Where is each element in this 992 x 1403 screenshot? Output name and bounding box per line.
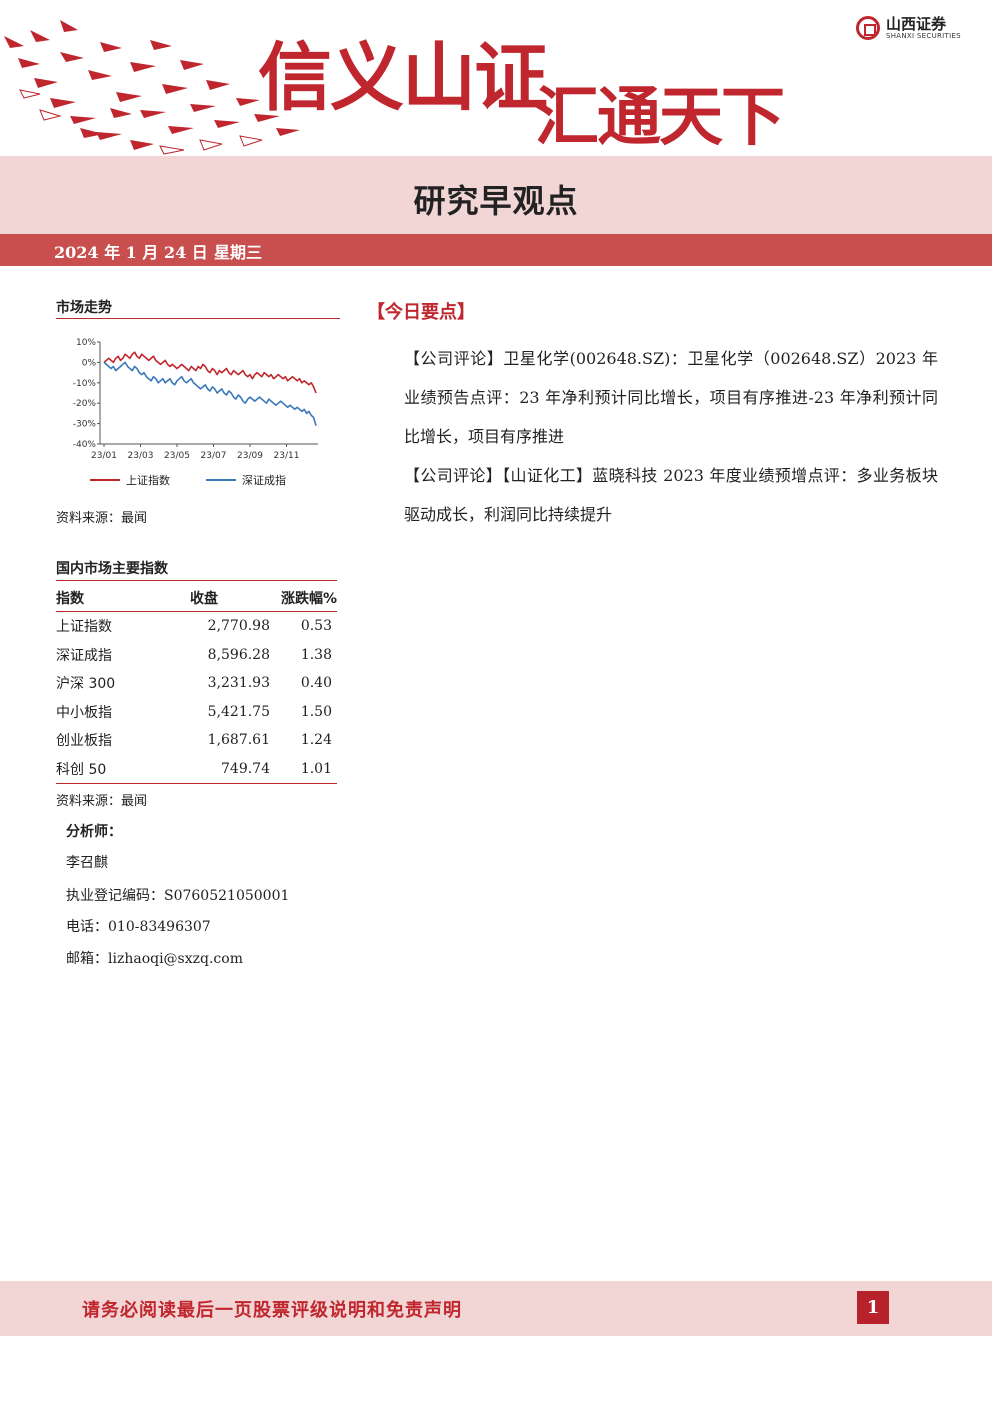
footer-disclaimer: 请务必阅读最后一页股票评级说明和免责声明 bbox=[82, 1300, 462, 1321]
y-tick-label: -40% bbox=[73, 440, 97, 450]
analyst-label: 分析师： bbox=[66, 824, 122, 840]
x-tick-label: 23/09 bbox=[237, 451, 263, 461]
col-close: 收盘 bbox=[176, 584, 270, 612]
index-change: 1.24 bbox=[300, 732, 332, 749]
slogan-right: 汇通天下 bbox=[535, 80, 785, 155]
index-close: 2,770.98 bbox=[207, 618, 270, 635]
index-close: 5,421.75 bbox=[207, 703, 270, 720]
index-name: 上证指数 bbox=[56, 619, 112, 636]
index-close: 8,596.28 bbox=[207, 646, 270, 663]
company-logo: 山西证券 SHANXI SECURITIES bbox=[856, 16, 961, 40]
indices-table: 指数 收盘 涨跌幅% 上证指数 2,770.98 0.53 深证成指 8,596… bbox=[56, 584, 337, 784]
header-banner: 信义山证 汇通天下 山西证券 SHANXI SECURITIES bbox=[0, 0, 992, 156]
key-point-item: 【公司评论】卫星化学(002648.SZ)：卫星化学（002648.SZ）202… bbox=[404, 349, 938, 446]
legend-label: 深证成指 bbox=[242, 473, 286, 487]
index-name: 中小板指 bbox=[56, 704, 112, 721]
index-change: 1.01 bbox=[270, 754, 337, 784]
footer-band: 请务必阅读最后一页股票评级说明和免责声明 bbox=[0, 1281, 992, 1336]
index-name: 沪深 300 bbox=[56, 676, 116, 693]
y-axis: 10% 0% -10% -20% -30% -40% bbox=[73, 338, 101, 450]
logo-name-en: SHANXI SECURITIES bbox=[886, 32, 961, 40]
slogan-left: 信义山证 bbox=[258, 35, 548, 121]
index-name: 深证成指 bbox=[56, 647, 112, 664]
logo-emblem-icon bbox=[856, 16, 880, 40]
page-number: 1 bbox=[857, 1291, 889, 1324]
x-tick-label: 23/03 bbox=[128, 451, 154, 461]
y-tick-label: 0% bbox=[82, 358, 97, 368]
index-change: 0.53 bbox=[300, 618, 332, 635]
col-index-name: 指数 bbox=[56, 584, 176, 612]
index-close: 749.74 bbox=[176, 754, 270, 784]
index-change: 1.38 bbox=[300, 646, 332, 663]
indices-header-row: 指数 收盘 涨跌幅% bbox=[56, 584, 337, 612]
market-trend-chart: 10%0%-10%-20%-30%-40% 23/01 23/03 23/05 23/… bbox=[73, 338, 318, 487]
y-tick-label: -10% bbox=[73, 379, 97, 389]
market-trend-heading: 市场走势 bbox=[56, 300, 112, 316]
key-point-item: 【公司评论】【山证化工】蓝晓科技 2023 年度业绩预增点评：多业务板块驱动成长… bbox=[404, 466, 938, 524]
date-band: 2024 年 1 月 24 日 星期三 bbox=[0, 234, 992, 266]
legend-label: 上证指数 bbox=[126, 473, 170, 487]
y-tick-label: -20% bbox=[73, 399, 97, 409]
x-axis: 23/01 23/03 23/05 23/07 23/09 23/11 bbox=[91, 443, 318, 461]
analyst-phone: 电话：010-83496307 bbox=[66, 919, 211, 935]
indices-rule bbox=[56, 580, 337, 581]
indices-heading: 国内市场主要指数 bbox=[56, 561, 168, 577]
indices-source: 资料来源：最闻 bbox=[56, 794, 148, 809]
index-change: 0.40 bbox=[300, 675, 332, 692]
col-change: 涨跌幅% bbox=[270, 584, 337, 612]
x-tick-label: 23/01 bbox=[91, 451, 117, 461]
index-name: 科创 50 bbox=[56, 754, 176, 784]
index-close: 1,687.61 bbox=[207, 732, 270, 749]
series-line bbox=[103, 351, 317, 394]
chart-legend: 上证指数 深证成指 bbox=[90, 473, 286, 487]
logo-name-cn: 山西证券 bbox=[886, 15, 947, 33]
y-tick-label: 10% bbox=[76, 338, 96, 348]
x-tick-label: 23/05 bbox=[164, 451, 190, 461]
index-name: 创业板指 bbox=[56, 733, 112, 750]
analyst-license: 执业登记编码：S0760521050001 bbox=[66, 888, 290, 904]
market-trend-rule bbox=[56, 318, 340, 319]
table-row: 科创 50 749.74 1.01 bbox=[56, 754, 337, 784]
table-row: 上证指数 2,770.98 0.53 bbox=[56, 612, 337, 641]
key-points-heading: 【今日要点】 bbox=[367, 302, 475, 323]
table-row: 深证成指 8,596.28 1.38 bbox=[56, 641, 337, 670]
table-row: 创业板指 1,687.61 1.24 bbox=[56, 726, 337, 755]
series-lines bbox=[103, 351, 317, 426]
market-trend-source: 资料来源：最闻 bbox=[56, 511, 148, 526]
table-row: 中小板指 5,421.75 1.50 bbox=[56, 698, 337, 727]
report-title: 研究早观点 bbox=[413, 182, 579, 220]
analyst-email: 邮箱：lizhaoqi@sxzq.com bbox=[66, 951, 243, 967]
analyst-name: 李召麒 bbox=[66, 855, 108, 871]
index-close: 3,231.93 bbox=[207, 675, 270, 692]
y-tick-label: -30% bbox=[73, 420, 97, 430]
index-change: 1.50 bbox=[300, 703, 332, 720]
title-band: 研究早观点 bbox=[0, 156, 992, 234]
table-row: 沪深 300 3,231.93 0.40 bbox=[56, 669, 337, 698]
x-tick-label: 23/11 bbox=[274, 451, 300, 461]
report-date: 2024 年 1 月 24 日 bbox=[54, 243, 208, 262]
report-weekday: 星期三 bbox=[214, 243, 263, 262]
x-tick-label: 23/07 bbox=[201, 451, 227, 461]
